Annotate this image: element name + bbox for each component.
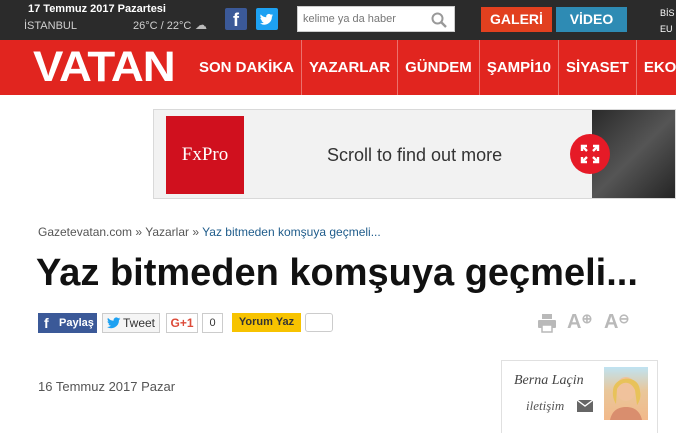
twitter-bird-icon [107,317,121,329]
main-nav: VATAN SON DAKİKA YAZARLAR GÜNDEM ŞAMPİ10… [0,40,676,95]
expand-icon[interactable] [570,134,610,174]
breadcrumb-separator: » [192,225,200,239]
article-date: 16 Temmuz 2017 Pazar [38,379,176,394]
font-increase-icon[interactable]: A⊕ [567,311,592,334]
google-plus-count: 0 [202,313,223,333]
search-icon[interactable] [430,11,448,29]
breadcrumb-separator: » [135,225,143,239]
ad-brand-logo: FxPro [166,116,244,194]
author-contact-link[interactable]: iletişim [526,398,564,414]
weather-temperature: 26°C / 22°C [133,20,192,32]
galeri-button[interactable]: GALERİ [481,7,552,32]
facebook-icon[interactable]: f [225,8,247,30]
facebook-icon: f [44,315,49,331]
nav-menu: SON DAKİKA YAZARLAR GÜNDEM ŞAMPİ10 SİYAS… [192,40,676,95]
search-box[interactable] [297,6,455,32]
video-button[interactable]: VİDEO [556,7,627,32]
google-plus-button[interactable]: G+1 [166,313,198,333]
author-card[interactable]: Berna Laçin iletişim [501,360,658,433]
weather-city: İSTANBUL [24,20,77,32]
current-date: 17 Temmuz 2017 Pazartesi [28,3,166,15]
nav-item-eko[interactable]: EKO [637,40,676,95]
avatar [604,367,648,420]
mail-icon[interactable] [577,400,593,412]
author-name[interactable]: Berna Laçin [514,373,584,389]
search-input[interactable] [298,7,424,31]
breadcrumb-section[interactable]: Yazarlar [145,225,189,239]
site-logo[interactable]: VATAN [33,43,176,92]
breadcrumb-home[interactable]: Gazetevatan.com [38,225,132,239]
facebook-share-button[interactable]: f Paylaş [38,313,97,333]
article-title: Yaz bitmeden komşuya geçmeli... [36,252,638,294]
breadcrumb-current[interactable]: Yaz bitmeden komşuya geçmeli... [202,225,381,239]
ad-text: Scroll to find out more [327,145,503,165]
font-decrease-icon[interactable]: A⊖ [604,311,629,334]
advertisement-banner[interactable]: FxPro Scroll to find out more [153,109,676,199]
nav-item-sampi10[interactable]: ŞAMPİ10 [480,40,560,95]
comment-count-bubble[interactable] [305,313,333,332]
breadcrumb: Gazetevatan.com » Yazarlar » Yaz bitmede… [38,225,381,239]
nav-item-son-dakika[interactable]: SON DAKİKA [192,40,303,95]
nav-item-gundem[interactable]: GÜNDEM [398,40,480,95]
cloud-icon: ☁ [195,18,207,32]
write-comment-button[interactable]: Yorum Yaz [232,313,301,332]
nav-item-siyaset[interactable]: SİYASET [559,40,637,95]
nav-item-yazarlar[interactable]: YAZARLAR [302,40,399,95]
top-bar: 17 Temmuz 2017 Pazartesi İSTANBUL 26°C /… [0,0,676,40]
twitter-icon[interactable] [256,8,278,30]
tweet-button[interactable]: Tweet [102,313,160,333]
market-ticker: BİS EU [660,8,675,34]
print-icon[interactable] [537,313,557,333]
